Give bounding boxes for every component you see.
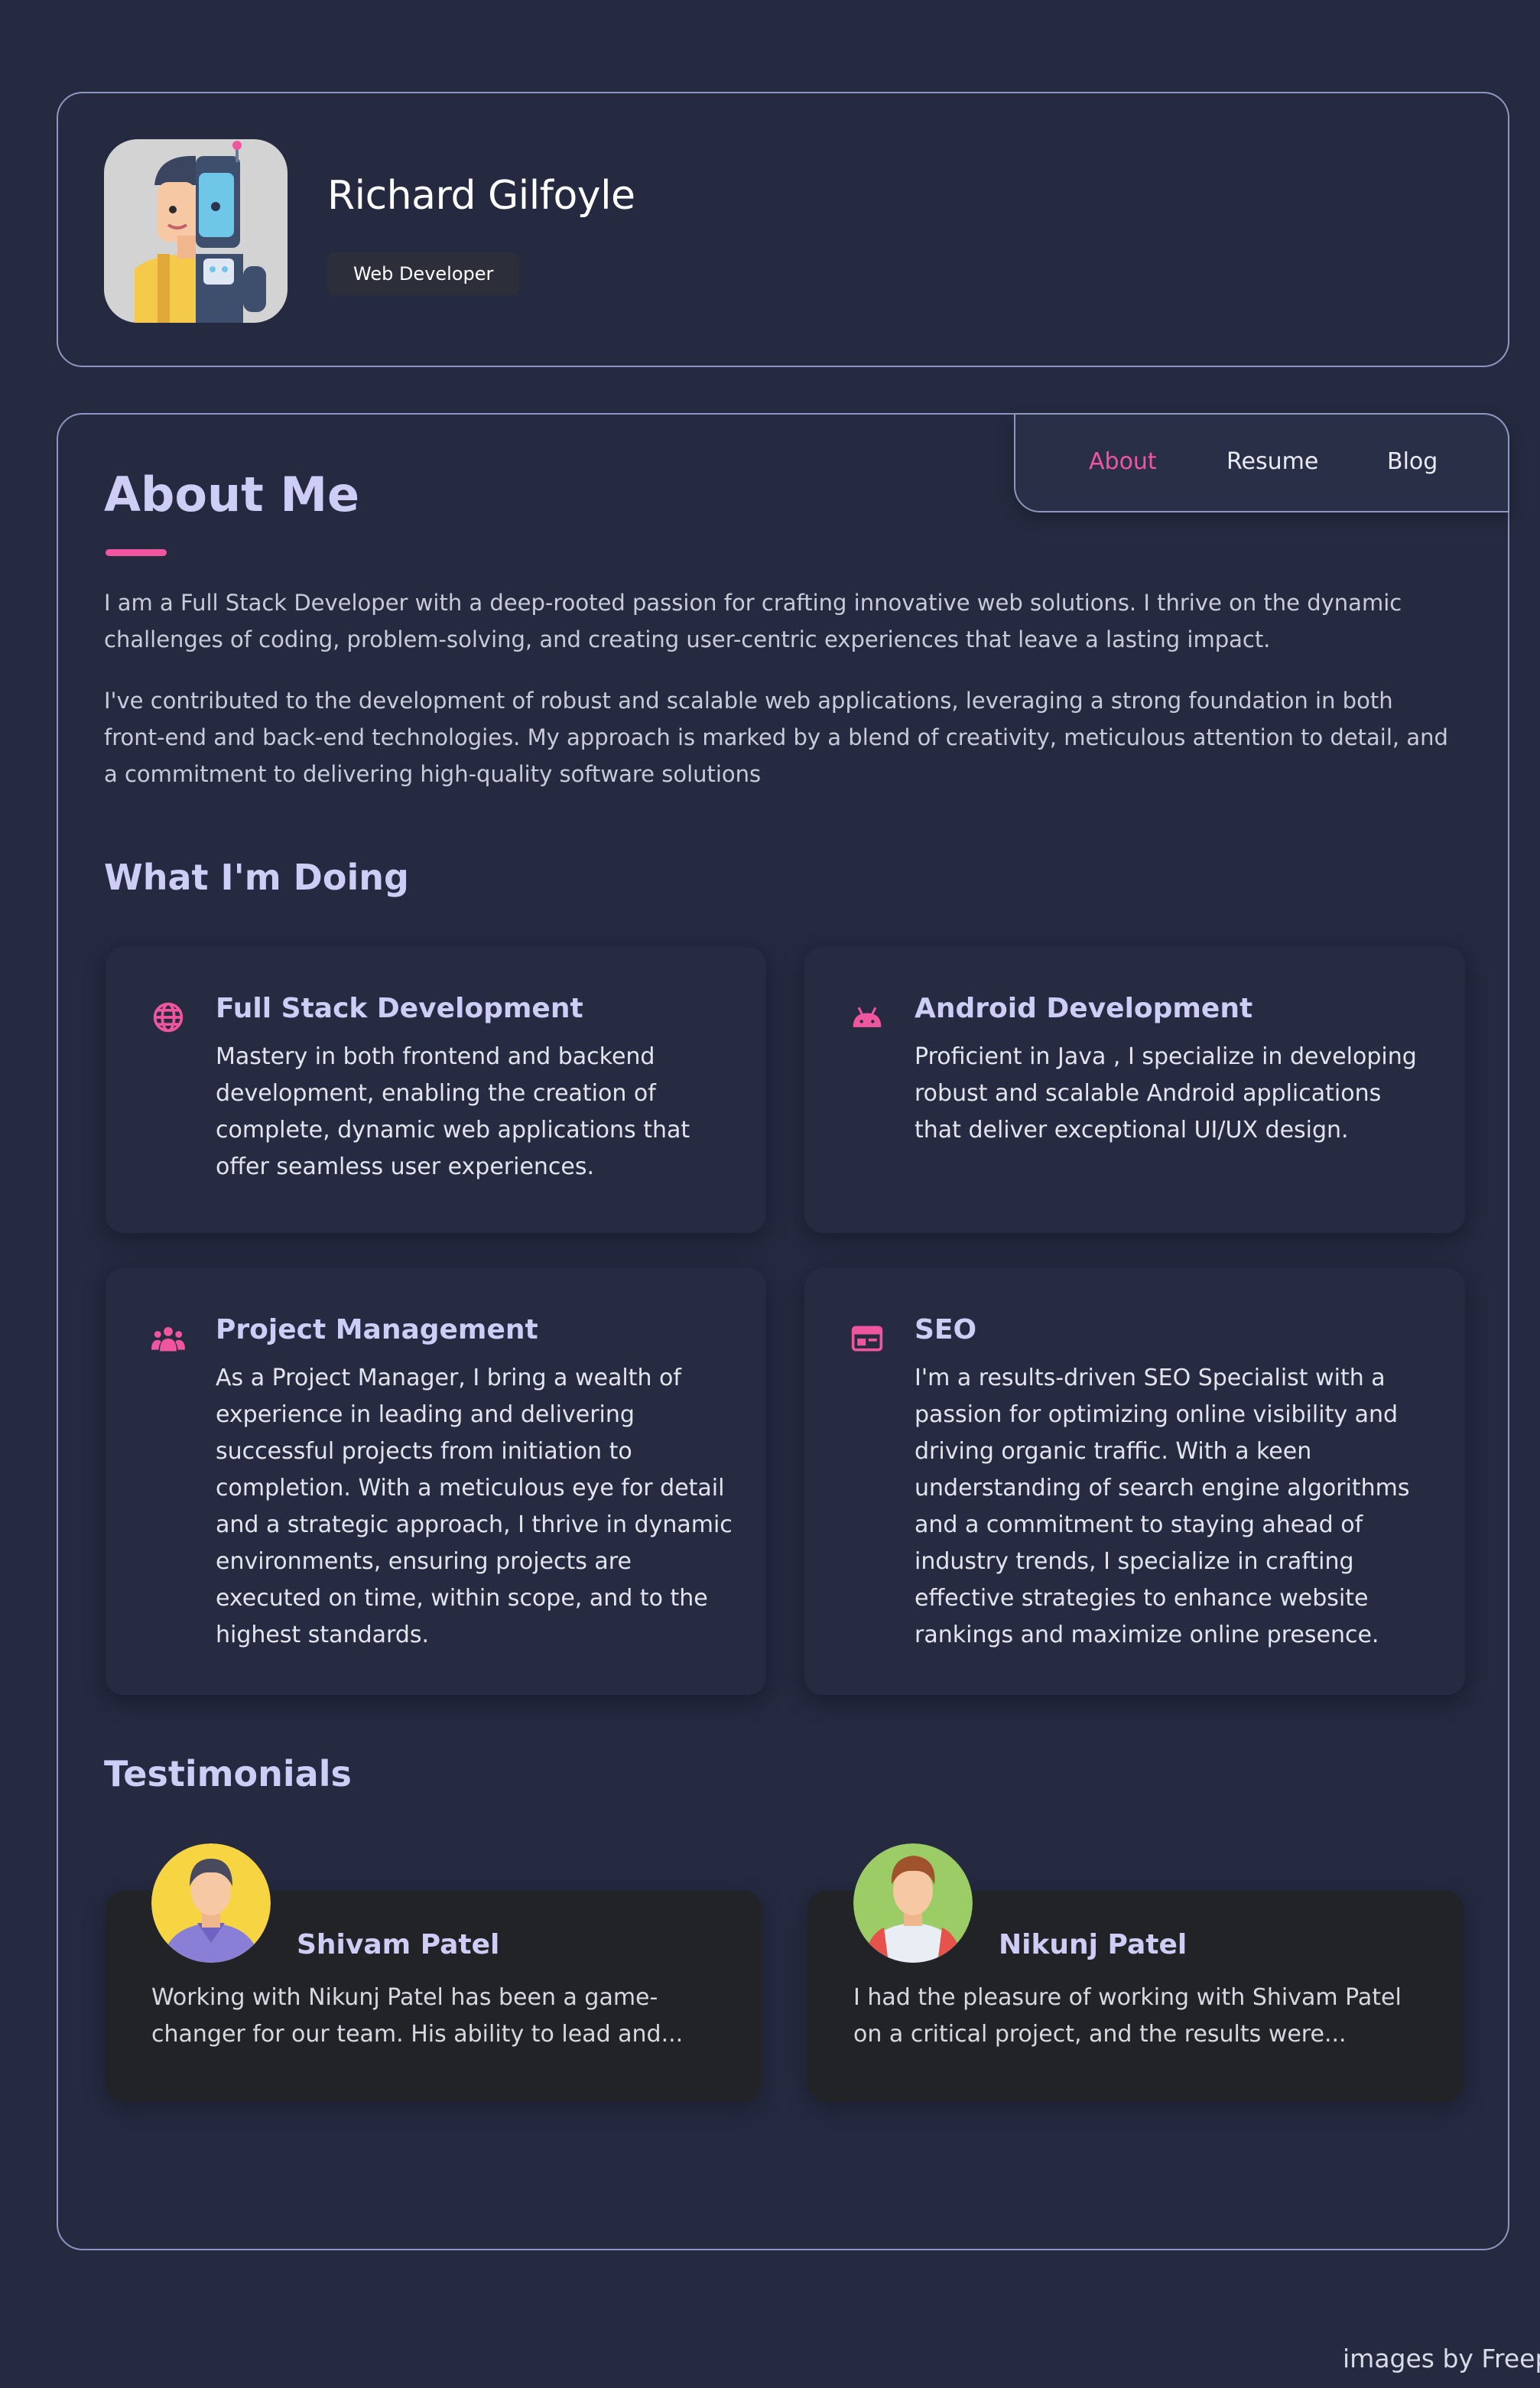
service-title: Android Development bbox=[915, 993, 1253, 1024]
testimonial-card[interactable]: Nikunj Patel I had the pleasure of worki… bbox=[807, 1843, 1464, 2102]
profile-card: Richard Gilfoyle Web Developer bbox=[57, 92, 1509, 367]
service-title: Full Stack Development bbox=[216, 993, 583, 1024]
testimonial-name: Nikunj Patel bbox=[999, 1929, 1187, 1960]
service-card-project-management: Project Management As a Project Manager,… bbox=[106, 1268, 766, 1695]
tab-blog[interactable]: Blog bbox=[1387, 448, 1438, 475]
service-description: I'm a results-driven SEO Specialist with… bbox=[915, 1365, 1410, 1648]
section-title-testimonials: Testimonials bbox=[104, 1753, 352, 1794]
avatar bbox=[853, 1843, 973, 1963]
service-description: Proficient in Java , I specialize in dev… bbox=[915, 1043, 1417, 1144]
avatar bbox=[104, 139, 288, 323]
globe-icon bbox=[153, 1002, 184, 1033]
testimonial-text: Working with Nikunj Patel has been a gam… bbox=[151, 1984, 684, 2048]
about-paragraph: I am a Full Stack Developer with a deep-… bbox=[104, 590, 1402, 652]
section-title-doing: What I'm Doing bbox=[104, 857, 409, 898]
testimonial-card[interactable]: Shivam Patel Working with Nikunj Patel h… bbox=[106, 1843, 762, 2102]
footer-credit[interactable]: images by Freepik bbox=[1343, 2344, 1540, 2373]
service-title: Project Management bbox=[216, 1314, 538, 1345]
service-card-seo: SEO I'm a results-driven SEO Specialist … bbox=[804, 1268, 1465, 1695]
service-card-full-stack: Full Stack Development Mastery in both f… bbox=[106, 947, 766, 1233]
navbar: About Resume Blog bbox=[1014, 413, 1509, 512]
tab-about[interactable]: About bbox=[1089, 448, 1157, 475]
title-underline bbox=[106, 549, 167, 556]
browser-window-icon bbox=[851, 1326, 883, 1352]
about-paragraph: I've contributed to the development of r… bbox=[104, 688, 1448, 787]
main-content-card: About Resume Blog About Me I am a Full S… bbox=[57, 413, 1509, 2250]
about-title: About Me bbox=[104, 467, 360, 522]
tab-resume[interactable]: Resume bbox=[1226, 448, 1318, 475]
service-title: SEO bbox=[915, 1314, 977, 1345]
profile-name: Richard Gilfoyle bbox=[327, 173, 635, 219]
avatar bbox=[151, 1843, 271, 1963]
testimonial-name: Shivam Patel bbox=[297, 1929, 500, 1960]
android-icon bbox=[853, 1007, 882, 1027]
team-icon bbox=[151, 1326, 185, 1352]
role-badge: Web Developer bbox=[327, 252, 520, 295]
service-card-android: Android Development Proficient in Java ,… bbox=[804, 947, 1465, 1233]
service-description: Mastery in both frontend and backend dev… bbox=[216, 1043, 690, 1180]
service-description: As a Project Manager, I bring a wealth o… bbox=[216, 1365, 733, 1648]
testimonial-text: I had the pleasure of working with Shiva… bbox=[853, 1984, 1402, 2048]
